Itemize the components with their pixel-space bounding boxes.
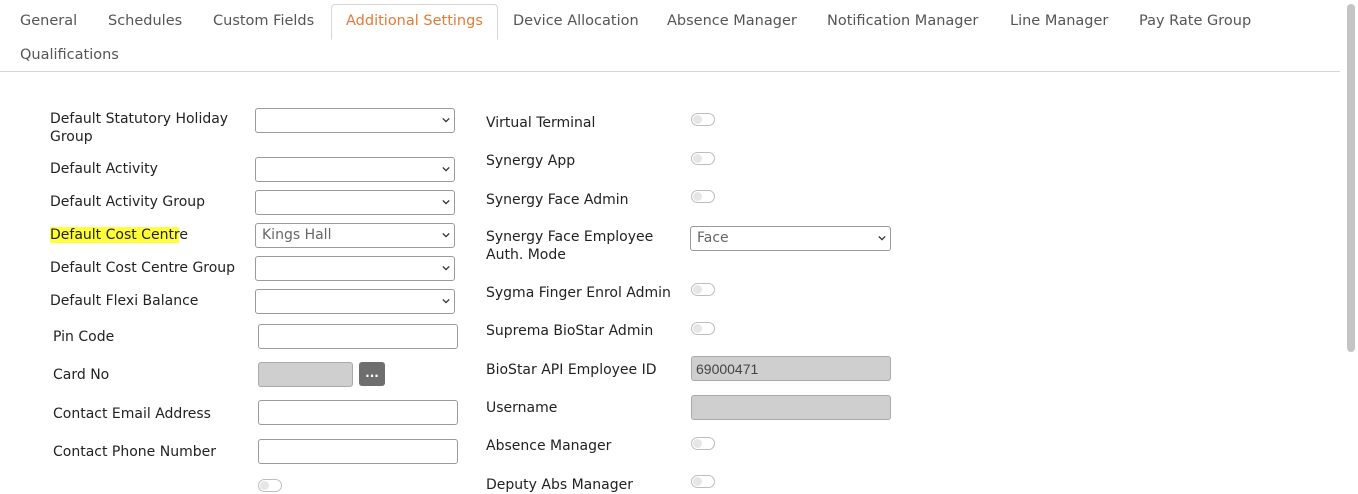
username-label: Username — [486, 400, 558, 416]
tab-absence-manager[interactable]: Absence Manager — [667, 5, 797, 37]
synergy-app-toggle[interactable] — [691, 152, 715, 165]
tab-custom-fields[interactable]: Custom Fields — [213, 5, 314, 37]
label-rest: e — [179, 227, 189, 243]
chevron-down-icon — [442, 117, 450, 123]
default-activity-group-select[interactable] — [255, 190, 455, 215]
tab-general[interactable]: General — [20, 5, 77, 37]
chevron-down-icon — [442, 298, 450, 304]
select-value: Kings Hall — [262, 227, 332, 243]
absence-manager-toggle[interactable] — [691, 437, 715, 450]
deputy-abs-manager-toggle[interactable] — [691, 475, 715, 488]
synergy-face-admin-label: Synergy Face Admin — [486, 192, 629, 208]
contact-phone-input[interactable] — [258, 439, 458, 464]
label-line: Default Statutory Holiday — [50, 111, 229, 127]
sygma-finger-enrol-admin-toggle[interactable] — [691, 283, 715, 296]
default-flexi-balance-select[interactable] — [255, 289, 455, 314]
card-no-input[interactable] — [258, 362, 353, 387]
suprema-biostar-admin-label: Suprema BioStar Admin — [486, 323, 654, 339]
contact-phone-label: Contact Phone Number — [53, 444, 216, 460]
tab-pay-rate-group[interactable]: Pay Rate Group — [1139, 5, 1251, 37]
biostar-api-employee-id-label: BioStar API Employee ID — [486, 362, 657, 378]
biostar-api-employee-id-input[interactable] — [691, 356, 891, 381]
tab-bar: General Schedules Custom Fields Addition… — [0, 0, 1340, 72]
chevron-down-icon — [442, 199, 450, 205]
deputy-abs-manager-label: Deputy Abs Manager — [486, 477, 633, 493]
default-cost-centre-group-select[interactable] — [255, 256, 455, 281]
vertical-scrollbar[interactable] — [1344, 0, 1358, 485]
tab-line-manager[interactable]: Line Manager — [1010, 5, 1108, 37]
synergy-face-admin-toggle[interactable] — [691, 190, 715, 203]
default-activity-group-label: Default Activity Group — [50, 194, 206, 210]
pin-code-label: Pin Code — [53, 329, 115, 345]
pin-code-input[interactable] — [258, 324, 458, 349]
label-line: Auth. Mode — [486, 247, 566, 263]
suprema-biostar-admin-toggle[interactable] — [691, 322, 715, 335]
tab-divider — [0, 71, 1340, 72]
chevron-down-icon — [442, 166, 450, 172]
tab-notification-manager[interactable]: Notification Manager — [827, 5, 978, 37]
username-input[interactable] — [691, 395, 891, 420]
chevron-down-icon — [442, 265, 450, 271]
statutory-holiday-group-label: Default Statutory Holiday Group — [50, 110, 228, 146]
chevron-down-icon — [442, 232, 450, 238]
partial-toggle[interactable] — [258, 479, 282, 492]
contact-email-label: Contact Email Address — [53, 406, 211, 422]
tab-qualifications[interactable]: Qualifications — [20, 39, 119, 71]
tab-device-allocation[interactable]: Device Allocation — [513, 5, 639, 37]
default-cost-centre-select[interactable]: Kings Hall — [255, 223, 455, 248]
tab-additional-settings[interactable]: Additional Settings — [331, 4, 498, 40]
default-cost-centre-label: Default Cost Centre — [50, 226, 188, 244]
label-line: Group — [50, 129, 93, 145]
default-cost-centre-group-label: Default Cost Centre Group — [50, 260, 236, 276]
card-no-browse-button[interactable]: ... — [359, 362, 385, 386]
contact-email-input[interactable] — [258, 400, 458, 425]
absence-manager-label: Absence Manager — [486, 438, 612, 454]
default-flexi-balance-label: Default Flexi Balance — [50, 293, 199, 309]
virtual-terminal-label: Virtual Terminal — [486, 115, 596, 131]
card-no-label: Card No — [53, 367, 110, 383]
chevron-down-icon — [878, 235, 886, 241]
virtual-terminal-toggle[interactable] — [691, 113, 715, 126]
default-activity-label: Default Activity — [50, 161, 158, 177]
statutory-holiday-group-select[interactable] — [255, 108, 455, 133]
default-activity-select[interactable] — [255, 157, 455, 182]
select-value: Face — [697, 230, 729, 246]
scrollbar-thumb[interactable] — [1347, 4, 1355, 352]
synergy-app-label: Synergy App — [486, 153, 576, 169]
label-line: Synergy Face Employee — [486, 229, 654, 245]
face-auth-mode-select[interactable]: Face — [690, 226, 891, 251]
tab-schedules[interactable]: Schedules — [108, 5, 182, 37]
sygma-finger-enrol-admin-label: Sygma Finger Enrol Admin — [486, 285, 671, 301]
face-auth-mode-label: Synergy Face Employee Auth. Mode — [486, 228, 653, 264]
highlighted-text: Default Cost Centr — [50, 227, 180, 243]
